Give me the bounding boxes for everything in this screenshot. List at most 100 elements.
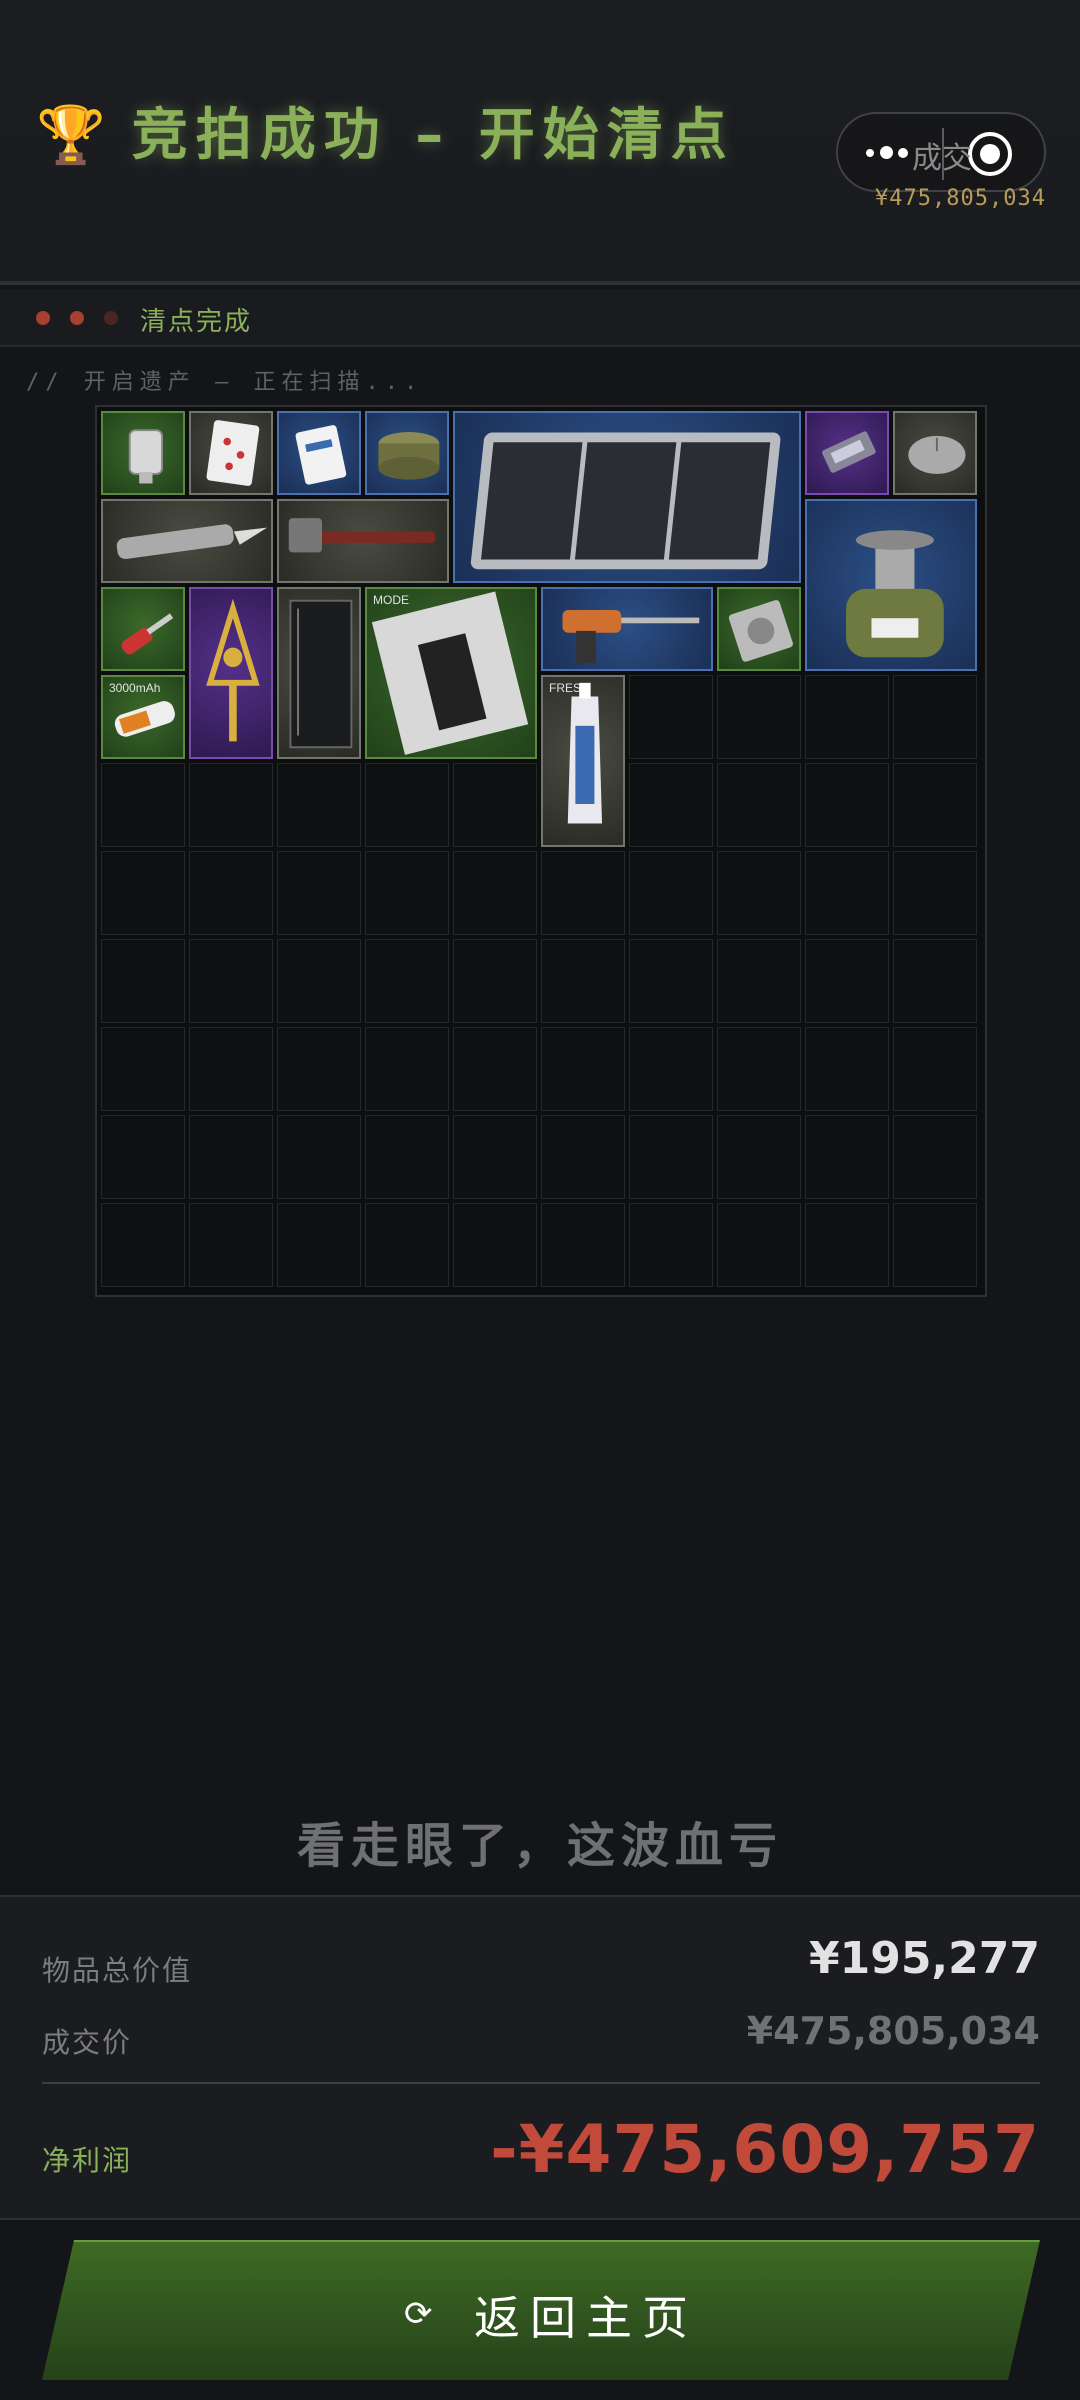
grid-cell: [101, 763, 185, 847]
grid-cell: [277, 1027, 361, 1111]
grid-cell: [453, 1203, 537, 1287]
close-target-icon[interactable]: [968, 132, 1012, 176]
deal-price-label: 成交价: [42, 2026, 133, 2059]
status-dot: [104, 311, 118, 325]
grid-cell: [189, 1027, 273, 1111]
grid-cell: [717, 1027, 801, 1111]
return-home-button[interactable]: ⟳ 返回主页: [42, 2240, 1040, 2380]
grid-cell: [277, 763, 361, 847]
grid-cell: [365, 763, 449, 847]
grid-cell: [893, 1203, 977, 1287]
grid-cell: [629, 1203, 713, 1287]
item-flash-drive[interactable]: [805, 411, 889, 495]
item-hard-drive[interactable]: [717, 587, 801, 671]
grid-cell: [805, 675, 889, 759]
grid-cell: [101, 1203, 185, 1287]
status-dot: [70, 311, 84, 325]
grid-cell: [189, 1203, 273, 1287]
grid-cell: [717, 851, 801, 935]
grid-cell: [453, 851, 537, 935]
total-value-label: 物品总价值: [42, 1954, 193, 1987]
refresh-icon: ⟳: [404, 2294, 433, 2334]
grid-cell: [805, 763, 889, 847]
grid-cell: [189, 939, 273, 1023]
divider: [42, 2082, 1040, 2084]
grid-cell: [453, 763, 537, 847]
grid-cell: [541, 1027, 625, 1111]
item-ration-tin[interactable]: [365, 411, 449, 495]
grid-cell: [717, 763, 801, 847]
grid-cell: [629, 1115, 713, 1199]
item-magazine[interactable]: MODE: [365, 587, 537, 759]
item-label: MODE: [373, 593, 409, 607]
grid-cell: [365, 851, 449, 935]
grid-cell: [365, 1027, 449, 1111]
grid-cell: [805, 939, 889, 1023]
grid-cell: [805, 1203, 889, 1287]
grid-cell: [717, 939, 801, 1023]
grid-cell: [893, 1027, 977, 1111]
verdict-text: 看走眼了，这波血亏: [296, 1818, 783, 1874]
grid-cell: [365, 939, 449, 1023]
grid-cell: [101, 939, 185, 1023]
grid-cell: [805, 1115, 889, 1199]
item-utility-knife[interactable]: [101, 499, 273, 583]
grid-cell: [541, 939, 625, 1023]
grid-cell: [893, 675, 977, 759]
grid-cell: [717, 1203, 801, 1287]
item-iv-bag[interactable]: [101, 411, 185, 495]
grid-cell: [629, 763, 713, 847]
item-sd-card[interactable]: [277, 411, 361, 495]
summary-panel: 物品总价值 ¥195,277 成交价 ¥475,805,034 净利润 -¥47…: [0, 1895, 1080, 2220]
page-title: 🏆 竞拍成功 – 开始清点: [36, 96, 736, 176]
grid-cell: [365, 1203, 449, 1287]
grid-cell: [541, 1115, 625, 1199]
grid-cell: [805, 851, 889, 935]
grid-cell: [277, 1115, 361, 1199]
status-bar: 清点完成: [0, 289, 1080, 347]
item-gold-emblem[interactable]: [189, 587, 273, 759]
deal-price: ¥475,805,034: [875, 186, 1046, 211]
item-label: 3000mAh: [109, 681, 161, 695]
grid-cell: [629, 1027, 713, 1111]
grid-cell: [101, 1027, 185, 1111]
scan-text: // 开启遗产 – 正在扫描...: [26, 370, 424, 395]
grid-cell: [717, 1115, 801, 1199]
net-profit-value: -¥475,609,757: [490, 2111, 1040, 2188]
grid-cell: [893, 939, 977, 1023]
grid-cell: [541, 1203, 625, 1287]
item-toothpaste[interactable]: FRESH: [541, 675, 625, 847]
grid-cell: [893, 851, 977, 935]
grid-cell: [453, 1027, 537, 1111]
grid-cell: [277, 1203, 361, 1287]
status-text: 清点完成: [140, 307, 253, 337]
more-options-icon[interactable]: [866, 138, 918, 168]
grid-cell: [629, 675, 713, 759]
deal-label: 成交: [912, 141, 972, 176]
grid-cell: [277, 939, 361, 1023]
item-screwdriver[interactable]: [101, 587, 185, 671]
grid-cell: [893, 763, 977, 847]
trophy-icon: 🏆: [36, 103, 114, 168]
item-label: FRESH: [549, 681, 590, 695]
item-playing-card[interactable]: [189, 411, 273, 495]
item-glass-pane[interactable]: [277, 587, 361, 759]
grid-cell: [189, 851, 273, 935]
grid-cell: [541, 851, 625, 935]
item-power-drill[interactable]: [541, 587, 713, 671]
net-profit-label: 净利润: [42, 2144, 133, 2177]
item-hammer[interactable]: [277, 499, 449, 583]
grid-cell: [453, 1115, 537, 1199]
item-computer-mouse[interactable]: [893, 411, 977, 495]
item-solar-panel[interactable]: [453, 411, 801, 583]
item-battery[interactable]: 3000mAh: [101, 675, 185, 759]
return-home-label: 返回主页: [474, 2291, 698, 2345]
grid-cell: [629, 851, 713, 935]
deal-price-value: ¥475,805,034: [746, 2009, 1040, 2053]
grid-cell: [189, 763, 273, 847]
grid-cell: [101, 851, 185, 935]
item-camping-stove[interactable]: [805, 499, 977, 671]
grid-cell: [365, 1115, 449, 1199]
grid-cell: [189, 1115, 273, 1199]
total-value: ¥195,277: [808, 1933, 1040, 1984]
